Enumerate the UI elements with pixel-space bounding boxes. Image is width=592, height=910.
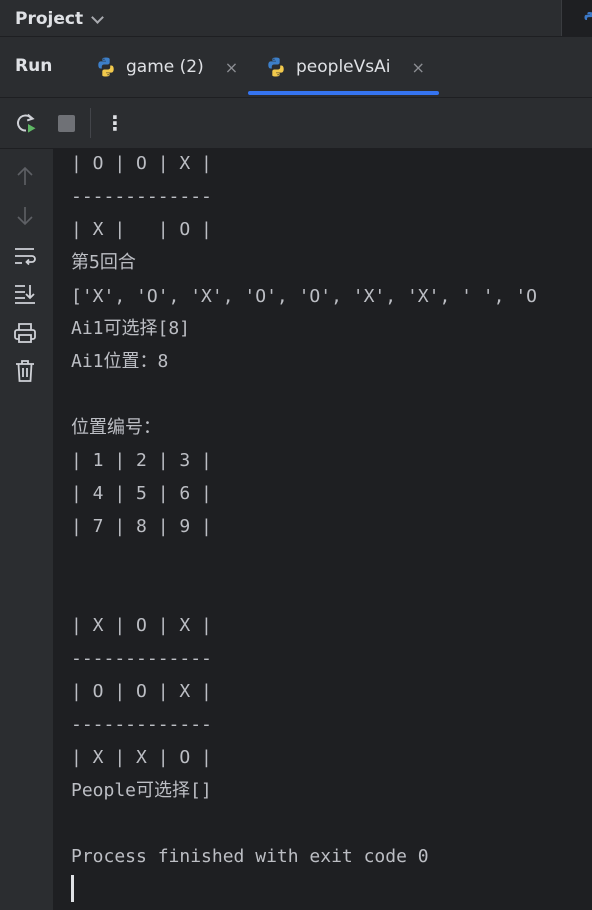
console-line: | O | O | X | bbox=[71, 681, 212, 702]
arrow-down-icon bbox=[17, 207, 33, 226]
print-icon bbox=[14, 323, 36, 343]
console-line: 第5回合 bbox=[71, 252, 136, 273]
print-button[interactable] bbox=[12, 320, 38, 346]
clear-all-button[interactable] bbox=[12, 358, 38, 384]
tab-label: game (2) bbox=[126, 57, 204, 77]
console-line: | X | X | O | bbox=[71, 747, 212, 768]
next-occurrence-button[interactable] bbox=[12, 203, 38, 229]
active-tab-indicator bbox=[248, 91, 439, 95]
arrow-up-icon bbox=[17, 166, 33, 185]
stop-button[interactable] bbox=[53, 110, 79, 136]
scroll-to-end-button[interactable] bbox=[12, 281, 38, 307]
more-vertical-icon: ⋮ bbox=[105, 111, 125, 135]
console-line: ['X', 'O', 'X', 'O', 'O', 'X', 'X', ' ',… bbox=[71, 286, 537, 307]
close-icon[interactable]: × bbox=[225, 58, 238, 77]
ide-window: Project Run game (2) × peopleVsAi × ⋮ | … bbox=[0, 0, 592, 910]
console-line: ------------- bbox=[71, 648, 212, 669]
run-toolbar: ⋮ bbox=[0, 98, 592, 149]
console-line: | 7 | 8 | 9 | bbox=[71, 516, 212, 537]
tab-peoplevsai[interactable]: peopleVsAi × bbox=[265, 37, 425, 97]
console-line: Process finished with exit code 0 bbox=[71, 846, 429, 867]
console-line: | X | O | X | bbox=[71, 615, 212, 636]
text-cursor bbox=[71, 875, 74, 902]
close-icon[interactable]: × bbox=[411, 58, 424, 77]
run-title: Run bbox=[15, 56, 53, 76]
console-line: 位置编号： bbox=[71, 417, 161, 438]
toolbar-separator bbox=[90, 108, 91, 138]
editor-edge bbox=[561, 0, 592, 36]
rerun-icon bbox=[17, 113, 36, 133]
console-line: | 1 | 2 | 3 | bbox=[71, 450, 212, 471]
console-line: | X | | O | bbox=[71, 219, 212, 240]
console-line: People可选择[] bbox=[71, 780, 212, 801]
run-tool-window-header: Run game (2) × peopleVsAi × bbox=[0, 37, 592, 98]
project-header: Project bbox=[0, 0, 592, 37]
trash-icon bbox=[16, 360, 34, 382]
tab-label: peopleVsAi bbox=[296, 57, 391, 77]
project-title: Project bbox=[15, 9, 84, 29]
console-side-toolbar bbox=[0, 149, 54, 910]
soft-wrap-button[interactable] bbox=[12, 243, 38, 269]
rerun-button[interactable] bbox=[13, 110, 39, 136]
console-line: | O | O | X | bbox=[71, 153, 212, 174]
soft-wrap-icon bbox=[15, 248, 36, 266]
more-options-button[interactable]: ⋮ bbox=[102, 110, 128, 136]
console-line: ------------- bbox=[71, 714, 212, 735]
chevron-down-icon bbox=[91, 10, 104, 24]
tab-game-2[interactable]: game (2) × bbox=[95, 37, 238, 97]
project-dropdown[interactable]: Project bbox=[15, 9, 104, 29]
console-output[interactable]: | O | O | X | ------------- | X | | O | … bbox=[54, 149, 592, 910]
python-icon bbox=[98, 57, 114, 77]
stop-icon bbox=[57, 114, 75, 132]
python-icon bbox=[268, 57, 284, 77]
console-line: Ai1位置：8 bbox=[71, 351, 169, 372]
console-line: Ai1可选择[8] bbox=[71, 318, 191, 339]
python-icon bbox=[584, 12, 592, 21]
scroll-to-end-icon bbox=[15, 285, 35, 304]
previous-occurrence-button[interactable] bbox=[12, 163, 38, 189]
console-line: ------------- bbox=[71, 186, 212, 207]
console-line: | 4 | 5 | 6 | bbox=[71, 483, 212, 504]
